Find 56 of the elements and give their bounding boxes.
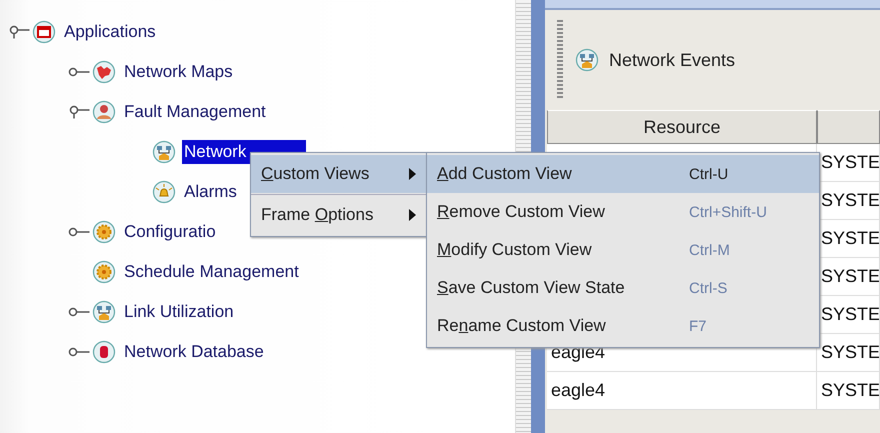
table-cell: eagle4 (547, 372, 817, 410)
submenu-arrow-icon (408, 168, 416, 180)
expand-handle-icon[interactable] (68, 65, 90, 79)
table-cell: SYSTE (817, 296, 880, 334)
menu-item[interactable]: Save Custom View State Ctrl-S (427, 269, 819, 307)
tree-item[interactable]: Network Database (122, 340, 266, 364)
shortcut-label: Ctrl+Shift-U (689, 204, 768, 220)
tree-item[interactable]: Configuratio (122, 220, 218, 244)
table-cell: SYSTE (817, 258, 880, 296)
menu-item-label: Rename Custom View (437, 316, 607, 336)
shortcut-label: F7 (689, 318, 708, 334)
expand-handle-icon[interactable] (68, 305, 90, 319)
menu-item-label: Add Custom View (437, 164, 573, 184)
table-cell: SYSTE (817, 220, 880, 258)
table-cell: SYSTE (817, 182, 880, 220)
toolbar-grip[interactable] (557, 20, 563, 100)
column-header[interactable]: Resource (547, 110, 817, 144)
map-icon (92, 60, 116, 84)
shortcut-label: Ctrl-M (689, 242, 731, 258)
gear-icon (92, 220, 116, 244)
shortcut-label: Ctrl-U (689, 166, 730, 182)
table-cell: SYSTE (817, 334, 880, 372)
window-icon (32, 20, 56, 44)
shortcut-label: Ctrl-S (689, 280, 728, 296)
menu-item[interactable]: Modify Custom View Ctrl-M (427, 231, 819, 269)
database-icon (92, 340, 116, 364)
menu-item-label: Custom Views (261, 164, 370, 184)
person-icon (92, 100, 116, 124)
tree-item[interactable]: Network Maps (122, 60, 235, 84)
tree-item[interactable]: Alarms (182, 180, 239, 204)
menu-item-label: Remove Custom View (437, 202, 606, 222)
menu-item[interactable]: Frame Options (251, 196, 426, 234)
network-icon (575, 48, 599, 72)
network-icon (92, 300, 116, 324)
table-cell: SYSTE (817, 372, 880, 410)
gear-icon (92, 260, 116, 284)
tree-item[interactable]: Schedule Management (122, 260, 301, 284)
bell-icon (152, 180, 176, 204)
tree-item[interactable]: Applications (62, 20, 158, 44)
network-icon (152, 140, 176, 164)
submenu-arrow-icon (408, 209, 416, 221)
menu-item-label: Frame Options (261, 205, 374, 225)
menu-item[interactable]: Custom Views (251, 155, 426, 193)
menu-item[interactable]: Remove Custom View Ctrl+Shift-U (427, 193, 819, 231)
expand-handle-icon[interactable] (68, 225, 90, 239)
expand-handle-icon[interactable] (68, 345, 90, 359)
tree-item[interactable]: Link Utilization (122, 300, 236, 324)
collapse-handle-icon[interactable] (68, 105, 90, 119)
table-cell: SYSTE (817, 144, 880, 182)
menu-item[interactable]: Add Custom View Ctrl-U (427, 155, 819, 193)
tree-item[interactable]: Fault Management (122, 100, 268, 124)
collapse-handle-icon[interactable] (8, 25, 30, 39)
column-header[interactable] (817, 110, 880, 144)
menu-item-label: Save Custom View State (437, 278, 626, 298)
toolbar-label: Network Events (609, 50, 736, 70)
menu-item-label: Modify Custom View (437, 240, 593, 260)
